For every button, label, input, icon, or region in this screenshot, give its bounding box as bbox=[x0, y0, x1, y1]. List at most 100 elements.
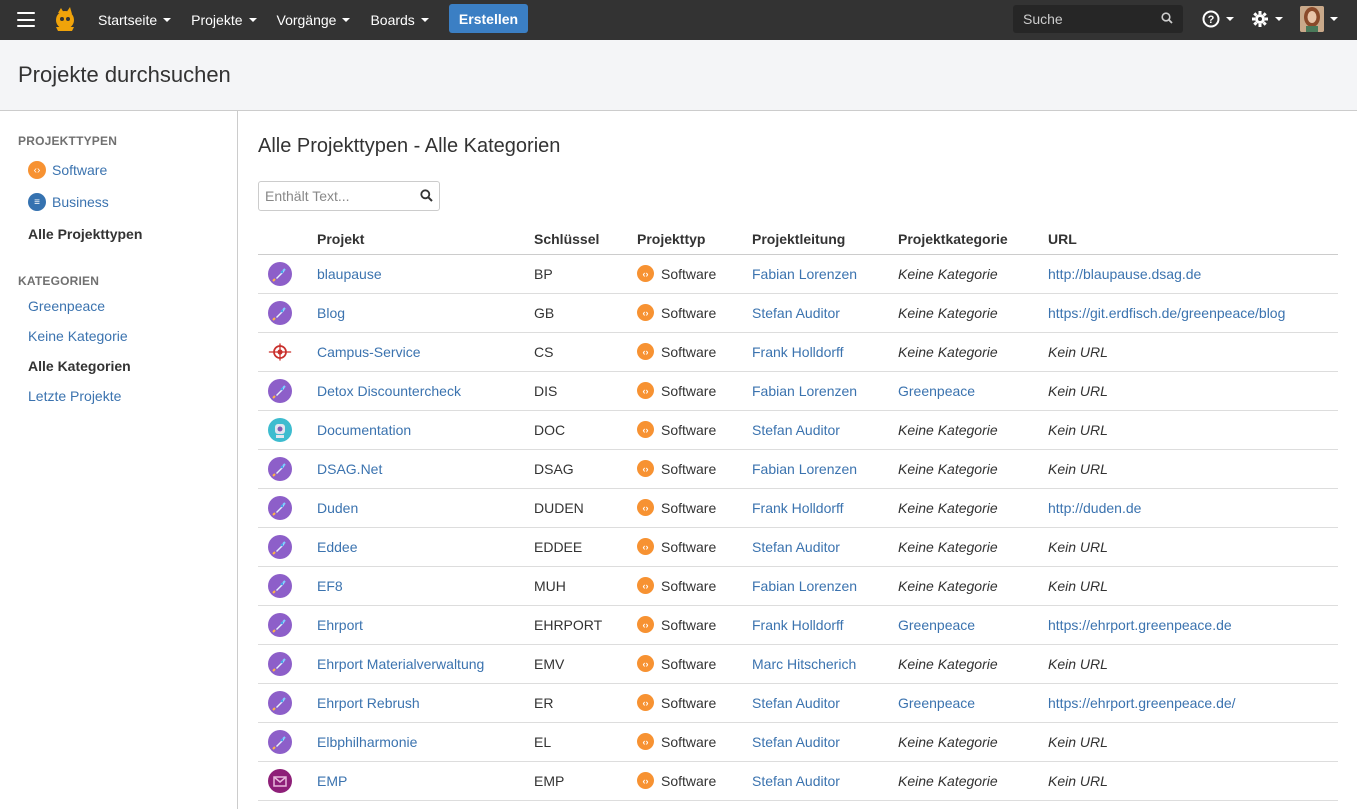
project-name-link[interactable]: DSAG.Net bbox=[317, 449, 534, 489]
project-url-link[interactable]: http://duden.de bbox=[1048, 488, 1338, 528]
table-row: EF8 MUH ‹› Software Fabian Lorenzen Keine Kat… bbox=[258, 566, 1338, 606]
category-text: Keine Kategorie bbox=[898, 449, 1048, 489]
chevron-down-icon bbox=[1226, 17, 1234, 21]
category-link[interactable]: Greenpeace bbox=[898, 683, 1048, 723]
user-menu[interactable] bbox=[1300, 6, 1338, 32]
project-lead-link[interactable]: Stefan Auditor bbox=[752, 683, 898, 723]
nav-boards[interactable]: Boards bbox=[360, 0, 438, 40]
global-search-input[interactable]: Suche bbox=[1013, 5, 1183, 33]
project-type-label: Software bbox=[661, 460, 717, 477]
project-lead-link[interactable]: Stefan Auditor bbox=[752, 293, 898, 333]
project-type-cell: ‹› Software bbox=[637, 332, 752, 372]
column-header-category[interactable]: Projektkategorie bbox=[898, 224, 1048, 255]
project-url-link[interactable]: https://ehrport.greenpeace.de bbox=[1048, 605, 1338, 645]
nav-startseite[interactable]: Startseite bbox=[88, 0, 181, 40]
category-text: Keine Kategorie bbox=[898, 644, 1048, 684]
project-avatar-cell bbox=[258, 410, 317, 450]
table-row: Documentation DOC ‹› Software Stefan Auditor… bbox=[258, 410, 1338, 450]
sidebar-item-no-category[interactable]: Keine Kategorie bbox=[0, 321, 237, 351]
project-name-link[interactable]: EF8 bbox=[317, 566, 534, 606]
project-type-cell: ‹› Software bbox=[637, 449, 752, 489]
project-types-heading: PROJEKTTYPEN bbox=[18, 134, 118, 148]
project-type-label: Software bbox=[661, 265, 717, 282]
nav-vorgaenge[interactable]: Vorgänge bbox=[267, 0, 361, 40]
project-lead-link[interactable]: Fabian Lorenzen bbox=[752, 371, 898, 411]
table-row: blaupause BP ‹› Software Fabian Lorenzen Kein… bbox=[258, 254, 1338, 294]
nav-label: Vorgänge bbox=[276, 12, 337, 28]
project-key: ER bbox=[534, 683, 637, 723]
project-url-link[interactable]: http://blaupause.dsag.de bbox=[1048, 254, 1338, 294]
column-header-key[interactable]: Schlüssel bbox=[534, 224, 637, 255]
project-name-link[interactable]: Duden bbox=[317, 488, 534, 528]
project-lead-link[interactable]: Stefan Auditor bbox=[752, 722, 898, 762]
software-icon: ‹› bbox=[637, 772, 654, 789]
project-key: EL bbox=[534, 722, 637, 762]
filter-input[interactable] bbox=[259, 182, 409, 210]
project-lead-link[interactable]: Fabian Lorenzen bbox=[752, 449, 898, 489]
project-lead-link[interactable]: Stefan Auditor bbox=[752, 761, 898, 801]
project-name-link[interactable]: EMP bbox=[317, 761, 534, 801]
sidebar-item-all-types[interactable]: Alle Projekttypen bbox=[0, 219, 237, 249]
project-url-link[interactable]: https://ehrport.greenpeace.de/ bbox=[1048, 683, 1338, 723]
help-menu[interactable]: ? bbox=[1202, 10, 1234, 28]
sidebar-item-greenpeace[interactable]: Greenpeace bbox=[0, 291, 237, 321]
software-icon: ‹› bbox=[637, 616, 654, 633]
project-lead-link[interactable]: Stefan Auditor bbox=[752, 527, 898, 567]
project-url-text: Kein URL bbox=[1048, 566, 1338, 606]
categories-heading: KATEGORIEN bbox=[18, 274, 100, 288]
project-url-text: Kein URL bbox=[1048, 371, 1338, 411]
project-lead-link[interactable]: Frank Holldorff bbox=[752, 332, 898, 372]
create-button[interactable]: Erstellen bbox=[449, 4, 528, 33]
project-avatar-cell bbox=[258, 449, 317, 489]
project-name-link[interactable]: Ehrport Materialverwaltung bbox=[317, 644, 534, 684]
menu-icon[interactable] bbox=[17, 12, 35, 27]
project-lead-link[interactable]: Frank Holldorff bbox=[752, 605, 898, 645]
project-name-link[interactable]: Ehrport Rebrush bbox=[317, 683, 534, 723]
project-lead-link[interactable]: Marc Hitscherich bbox=[752, 644, 898, 684]
category-link[interactable]: Greenpeace bbox=[898, 371, 1048, 411]
project-url-link[interactable]: https://git.erdfisch.de/greenpeace/blog bbox=[1048, 293, 1338, 333]
project-name-link[interactable]: Elbphilharmonie bbox=[317, 722, 534, 762]
project-type-label: Software bbox=[661, 304, 717, 321]
project-type-label: Software bbox=[661, 733, 717, 750]
project-name-link[interactable]: Eddee bbox=[317, 527, 534, 567]
sidebar-item-recent-projects[interactable]: Letzte Projekte bbox=[0, 381, 237, 411]
project-name-link[interactable]: Blog bbox=[317, 293, 534, 333]
sidebar-item-all-categories[interactable]: Alle Kategorien bbox=[0, 351, 237, 381]
chevron-down-icon bbox=[342, 18, 351, 22]
column-header-project[interactable]: Projekt bbox=[317, 224, 534, 255]
project-key: DUDEN bbox=[534, 488, 637, 528]
project-name-link[interactable]: Documentation bbox=[317, 410, 534, 450]
settings-menu[interactable] bbox=[1251, 10, 1283, 28]
category-link[interactable]: Greenpeace bbox=[898, 605, 1048, 645]
software-icon: ‹› bbox=[637, 265, 654, 282]
software-icon: ‹› bbox=[637, 343, 654, 360]
search-icon[interactable] bbox=[420, 189, 433, 202]
project-name-link[interactable]: Campus-Service bbox=[317, 332, 534, 372]
project-type-label: Software bbox=[661, 616, 717, 633]
project-avatar-cell bbox=[258, 722, 317, 762]
project-lead-link[interactable]: Fabian Lorenzen bbox=[752, 254, 898, 294]
sidebar-item-business[interactable]: ≡ Business bbox=[0, 187, 237, 217]
nav-projekte[interactable]: Projekte bbox=[181, 0, 266, 40]
project-lead-link[interactable]: Fabian Lorenzen bbox=[752, 566, 898, 606]
software-icon: ‹› bbox=[637, 694, 654, 711]
category-text: Keine Kategorie bbox=[898, 332, 1048, 372]
sidebar-item-software[interactable]: ‹› Software bbox=[0, 155, 237, 185]
top-navigation-bar: Startseite Projekte Vorgänge Boards Erst… bbox=[0, 0, 1357, 40]
sidebar-item-label: Keine Kategorie bbox=[28, 328, 128, 344]
project-type-cell: ‹› Software bbox=[637, 254, 752, 294]
project-name-link[interactable]: blaupause bbox=[317, 254, 534, 294]
project-lead-link[interactable]: Frank Holldorff bbox=[752, 488, 898, 528]
project-avatar-cell bbox=[258, 566, 317, 606]
project-name-link[interactable]: Detox Discountercheck bbox=[317, 371, 534, 411]
target-icon bbox=[268, 340, 292, 364]
sidebar-item-label: Alle Projekttypen bbox=[28, 226, 143, 242]
jira-logo-icon[interactable] bbox=[52, 5, 78, 33]
category-text: Keine Kategorie bbox=[898, 566, 1048, 606]
project-lead-link[interactable]: Stefan Auditor bbox=[752, 410, 898, 450]
main-nav: Startseite Projekte Vorgänge Boards bbox=[88, 0, 439, 40]
column-header-type[interactable]: Projekttyp bbox=[637, 224, 752, 255]
project-name-link[interactable]: Ehrport bbox=[317, 605, 534, 645]
column-header-lead[interactable]: Projektleitung bbox=[752, 224, 898, 255]
